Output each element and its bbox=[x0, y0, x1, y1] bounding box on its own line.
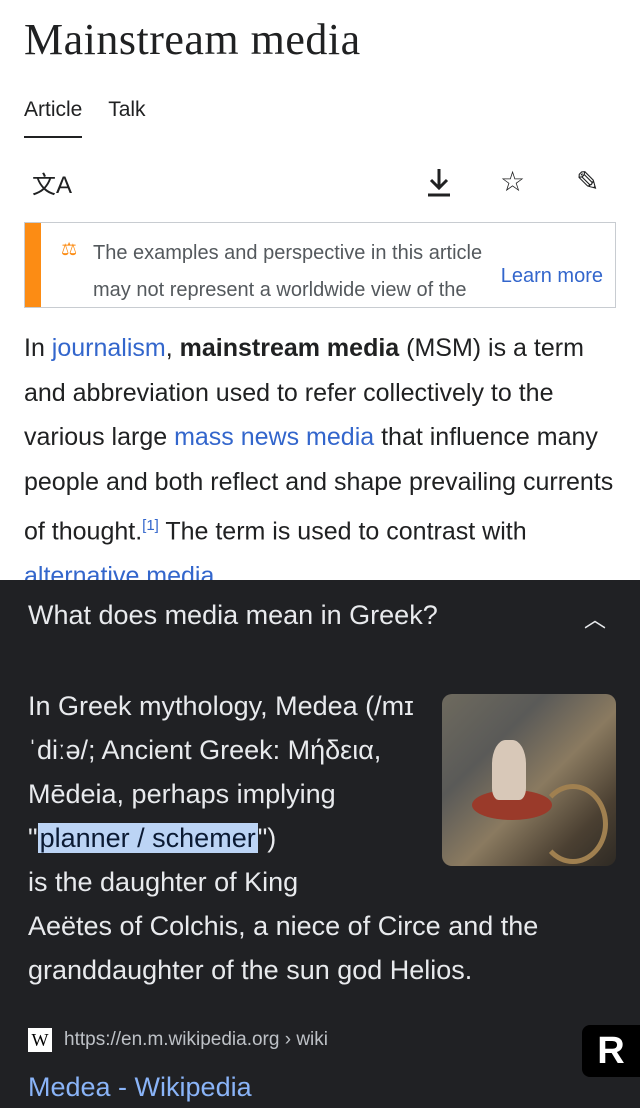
tab-talk[interactable]: Talk bbox=[108, 98, 145, 122]
reference-link[interactable]: [1] bbox=[142, 517, 159, 534]
star-icon[interactable]: ☆ bbox=[500, 165, 525, 198]
source-line[interactable]: Whttps://en.m.wikipedia.org › wiki bbox=[28, 1028, 328, 1052]
notice-accent-bar bbox=[25, 223, 41, 307]
download-icon[interactable] bbox=[424, 165, 454, 206]
lead-paragraph: In journalism, mainstream media (MSM) is… bbox=[24, 326, 624, 598]
link-journalism[interactable]: journalism bbox=[52, 334, 166, 362]
tab-bar: Article Talk bbox=[24, 98, 166, 138]
source-url: https://en.m.wikipedia.org › wiki bbox=[64, 1029, 328, 1051]
term-bold: mainstream media bbox=[179, 334, 400, 362]
result-title-link[interactable]: Medea - Wikipedia bbox=[28, 1072, 252, 1103]
answer-post-start: ") bbox=[257, 823, 277, 853]
answer-post-2: Aeëtes of Colchis, a niece of Circe and … bbox=[28, 911, 539, 985]
learn-more-link[interactable]: Learn more bbox=[501, 265, 603, 288]
answer-post: is the daughter of King bbox=[28, 867, 299, 897]
search-answer-panel: What does media mean in Greek? ︿ In Gree… bbox=[0, 580, 640, 1108]
wikipedia-w-icon: W bbox=[28, 1028, 52, 1052]
question-heading[interactable]: What does media mean in Greek? bbox=[28, 600, 438, 631]
watermark-logo: R bbox=[582, 1025, 640, 1077]
answer-text: In Greek mythology, Medea (/mɪˈdiːə/; An… bbox=[28, 684, 618, 992]
scales-icon: ⚖ bbox=[61, 239, 78, 259]
notice-box: ⚖ The examples and perspective in this a… bbox=[24, 222, 616, 308]
pencil-icon[interactable]: ✎ bbox=[576, 165, 599, 198]
tab-article[interactable]: Article bbox=[24, 98, 83, 138]
text-run: The term is used to contrast with bbox=[158, 517, 527, 546]
wikipedia-article: Mainstream media Article Talk 文A ☆ ✎ ⚖ T… bbox=[0, 0, 640, 590]
highlighted-text: planner / schemer bbox=[37, 823, 258, 853]
translate-icon[interactable]: 文A bbox=[32, 165, 72, 200]
text-run: In bbox=[24, 334, 52, 362]
text-run: , bbox=[165, 334, 180, 362]
notice-text: The examples and perspective in this art… bbox=[93, 242, 483, 301]
page-actions: 文A ☆ ✎ bbox=[24, 165, 614, 205]
page-title: Mainstream media bbox=[24, 15, 361, 64]
link-mass-news-media[interactable]: mass news media bbox=[174, 423, 374, 451]
collapse-chevron-icon[interactable]: ︿ bbox=[584, 602, 606, 634]
